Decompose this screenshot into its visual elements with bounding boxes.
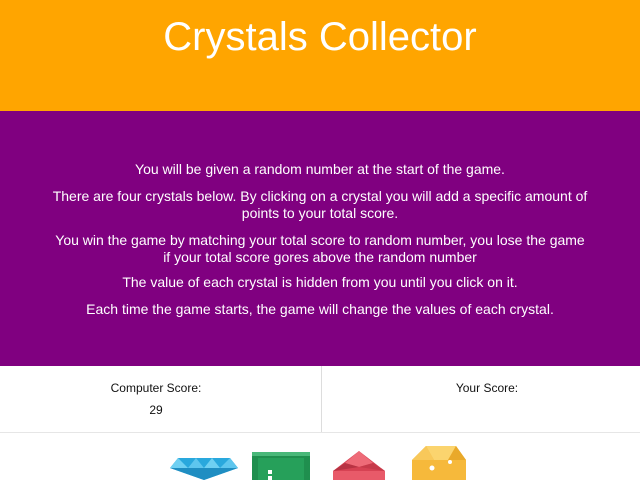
score-divider <box>321 366 322 432</box>
instruction-line-2: There are four crystals below. By clicki… <box>52 188 588 221</box>
instruction-line-5: Each time the game starts, the game will… <box>86 301 554 317</box>
game-header: Crystals Collector <box>0 0 640 111</box>
computer-score-value: 29 <box>149 403 163 417</box>
instruction-line-3: You win the game by matching your total … <box>55 232 585 265</box>
score-panel: Computer Score: 29 Your Score: <box>0 366 640 433</box>
computer-score-label: Computer Score: <box>110 381 202 395</box>
your-score-label: Your Score: <box>455 381 519 395</box>
instruction-line-4: The value of each crystal is hidden from… <box>122 274 518 290</box>
blue-crystal-icon <box>170 458 238 480</box>
instruction-line-1: You will be given a random number at the… <box>135 161 505 177</box>
red-crystal-button[interactable] <box>333 451 385 480</box>
green-crystal-button[interactable] <box>252 450 310 480</box>
instructions-panel: You will be given a random number at the… <box>0 111 640 366</box>
game-title: Crystals Collector <box>163 15 477 59</box>
yellow-crystal-icon <box>412 446 466 480</box>
green-crystal-icon <box>252 452 310 480</box>
yellow-crystal-button[interactable] <box>412 446 466 480</box>
red-crystal-icon <box>333 451 385 480</box>
blue-crystal-button[interactable] <box>168 452 240 480</box>
